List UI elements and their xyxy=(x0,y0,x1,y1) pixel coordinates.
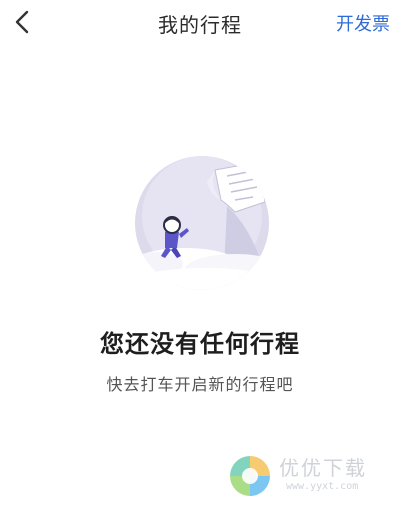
watermark-text: 优优下载 xyxy=(279,456,367,480)
empty-trips-illustration xyxy=(135,156,269,290)
invoice-button[interactable]: 开发票 xyxy=(336,10,390,36)
watermark-url: www.yyxt.com xyxy=(286,481,359,492)
empty-state-title: 您还没有任何行程 xyxy=(100,330,300,358)
nav-bar: 我的行程 开发票 xyxy=(0,0,400,46)
empty-state-subtitle: 快去打车开启新的行程吧 xyxy=(106,375,294,394)
watermark-logo-icon xyxy=(230,456,270,496)
